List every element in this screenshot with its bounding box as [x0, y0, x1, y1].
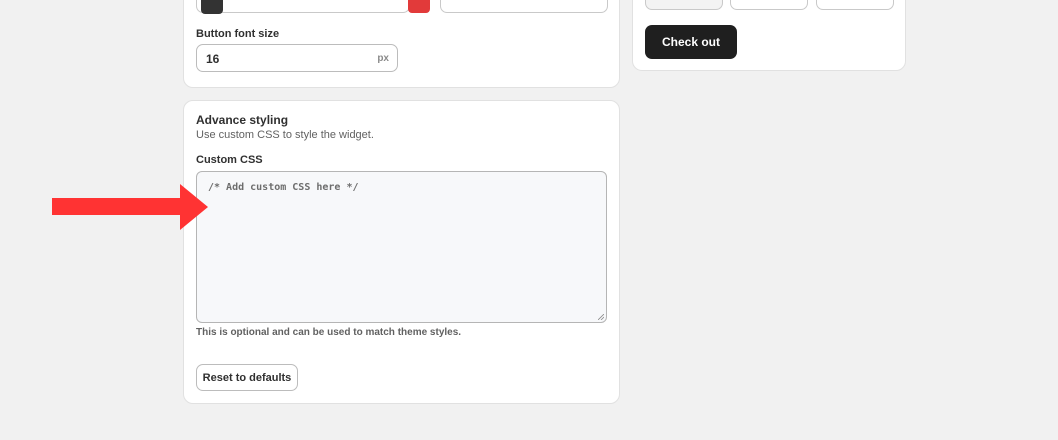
- button-font-size-value: 16: [206, 52, 220, 66]
- button-style-card: #333333 #123a3a Button font size 16 px: [183, 0, 620, 88]
- button-font-size-unit: px: [377, 53, 389, 64]
- accent-color-field[interactable]: #123a3a: [440, 0, 608, 13]
- custom-css-textarea[interactable]: /* Add custom CSS here */: [196, 171, 607, 323]
- resize-grip-icon[interactable]: [598, 314, 604, 320]
- preview-option-1[interactable]: [645, 0, 723, 10]
- preview-option-3[interactable]: [816, 0, 894, 10]
- reset-to-defaults-button[interactable]: Reset to defaults: [196, 364, 298, 391]
- checkout-button[interactable]: Check out: [645, 25, 737, 59]
- button-font-size-input[interactable]: 16 px: [196, 44, 398, 72]
- accent-color-swatch[interactable]: [408, 0, 430, 13]
- custom-css-help-text: This is optional and can be used to matc…: [196, 327, 462, 338]
- text-color-swatch[interactable]: [201, 0, 223, 14]
- button-font-size-label: Button font size: [196, 28, 280, 40]
- custom-css-label: Custom CSS: [196, 154, 263, 166]
- advance-styling-card: Advance styling Use custom CSS to style …: [183, 100, 620, 404]
- preview-card: Check out: [632, 0, 906, 71]
- custom-css-placeholder: /* Add custom CSS here */: [208, 182, 359, 193]
- page: #333333 #123a3a Button font size 16 px C…: [0, 0, 1058, 440]
- section-title: Advance styling: [196, 113, 289, 127]
- right-arrow-icon: [52, 184, 208, 230]
- text-color-field[interactable]: #333333: [196, 0, 410, 14]
- section-description: Use custom CSS to style the widget.: [196, 129, 374, 141]
- preview-option-2[interactable]: [730, 0, 808, 10]
